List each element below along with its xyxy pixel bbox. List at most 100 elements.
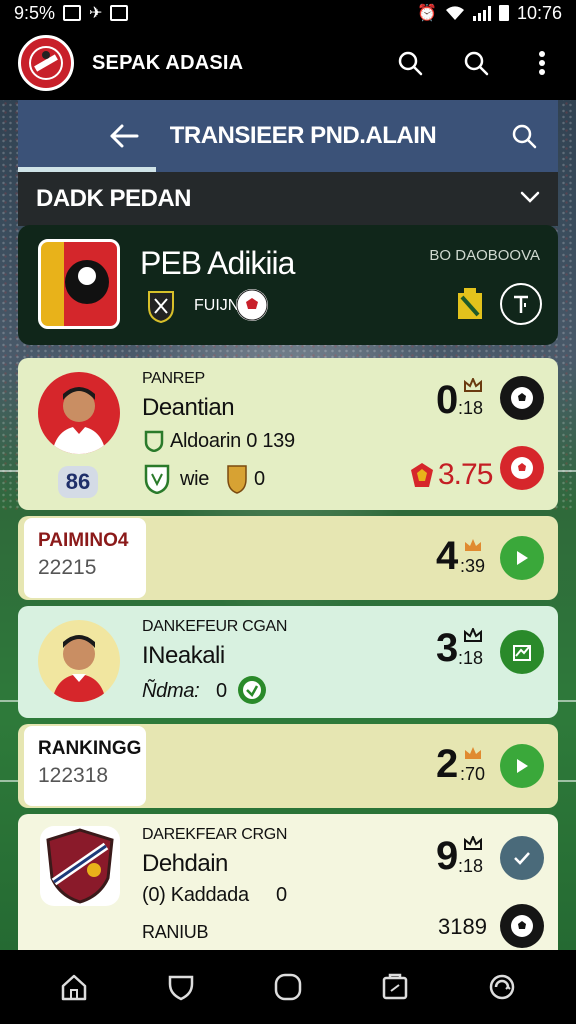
sub-header: TRANSIEER PND.ALAIN	[18, 100, 558, 172]
player-rating: 3189	[438, 914, 487, 939]
chart-icon	[513, 645, 531, 661]
rating-badge-icon	[410, 462, 434, 488]
section-title: DADK PEDAN	[36, 185, 192, 212]
back-button[interactable]	[108, 120, 140, 152]
active-tab-indicator	[18, 167, 156, 172]
card-action-button[interactable]	[500, 446, 544, 490]
wifi-icon	[445, 6, 464, 20]
battery-icon	[498, 5, 509, 21]
nav-transfers[interactable]	[379, 971, 411, 1003]
ranking-score: 4	[436, 534, 458, 578]
player-score-decimal: :18	[458, 648, 484, 668]
search-button-secondary[interactable]	[460, 47, 492, 79]
check-icon	[514, 852, 530, 865]
app-title: SEPAK ADASIA	[92, 51, 244, 74]
player-name: INeakali	[142, 642, 225, 669]
message-icon	[110, 5, 129, 21]
player-name: Deantian	[142, 394, 235, 421]
alarm-icon: ⏰	[417, 5, 437, 22]
status-bar: 9:5% ✈ ⏰ 10:76	[0, 0, 576, 26]
play-button[interactable]	[500, 536, 544, 580]
player-role: PANREP	[142, 370, 205, 387]
bottom-nav	[0, 950, 576, 1024]
overflow-menu-button[interactable]	[526, 47, 558, 79]
main-panel: TRANSIEER PND.ALAIN DADK PEDAN PEB Adiki…	[18, 100, 558, 950]
nav-shield[interactable]	[165, 971, 197, 1003]
club-badge-icon	[238, 676, 266, 704]
section-header[interactable]: DADK PEDAN	[18, 172, 558, 226]
search-icon	[464, 51, 489, 76]
ranking-label: RANKINGG	[38, 738, 142, 759]
team-sub-label: FUIJN	[194, 297, 240, 314]
soccer-ball-icon	[511, 387, 533, 409]
search-icon	[512, 124, 537, 149]
team-card[interactable]: PEB Adikiia BO DAOBOOVA FUIJN	[18, 225, 558, 345]
crown-icon	[464, 376, 482, 392]
status-time: 10:76	[516, 2, 562, 23]
soccer-ball-icon	[511, 915, 533, 937]
ball-action-button[interactable]	[500, 376, 544, 420]
player-meta: Aldoarin 0 139	[170, 430, 295, 452]
nav-home-circle[interactable]	[272, 971, 304, 1003]
soccer-ball-icon	[511, 457, 533, 479]
club-badge-icon	[144, 464, 170, 495]
player-card[interactable]: DANKEFEUR CGAN INeakali Ñdma: 0 3 :18	[18, 606, 558, 718]
player-meta-extra: 0	[276, 884, 287, 906]
gallery-icon	[63, 5, 82, 21]
player-rating: 3.75	[438, 458, 493, 491]
ranking-score-decimal: :39	[460, 556, 486, 576]
crown-icon	[464, 538, 482, 552]
crown-icon	[464, 626, 482, 642]
ranking-card[interactable]: RANKINGG 122318 2 :70	[18, 724, 558, 808]
player-extra-label: RANIUB	[142, 922, 209, 942]
player-meta: Ñdma:	[142, 680, 200, 702]
check-button[interactable]	[500, 836, 544, 880]
notification-icon: ✈	[89, 5, 103, 22]
transfer-action-button[interactable]	[500, 283, 542, 325]
player-role: DANKEFEUR CGAN	[142, 618, 288, 635]
team-crest-icon	[38, 239, 120, 329]
pin-icon	[514, 295, 528, 313]
play-button[interactable]	[500, 744, 544, 788]
player-avatar	[38, 372, 120, 454]
nav-home[interactable]	[58, 971, 90, 1003]
soccer-ball-icon	[236, 289, 268, 321]
shield-icon	[168, 975, 194, 1001]
player-card[interactable]: DAREKFEAR CRGN Dehdain (0) Kaddada 0 RAN…	[18, 814, 558, 950]
app-logo[interactable]	[18, 35, 74, 91]
player-meta: (0) Kaddada	[142, 884, 249, 906]
search-button[interactable]	[394, 47, 426, 79]
chart-action-button[interactable]	[500, 630, 544, 674]
player-role: DAREKFEAR CRGN	[142, 826, 288, 843]
arrow-left-icon	[110, 124, 139, 148]
ranking-tile: RANKINGG 122318	[24, 726, 146, 806]
team-tag: BO DAOBOOVA	[429, 247, 540, 264]
ranking-label: PAIMINO4	[38, 530, 129, 551]
play-icon	[517, 759, 528, 773]
clipboard-icon	[382, 973, 408, 1000]
more-vertical-icon	[539, 51, 545, 75]
team-shield-icon	[146, 289, 176, 324]
home-icon	[61, 974, 86, 1001]
nav-profile[interactable]	[486, 971, 518, 1003]
player-avatar	[38, 620, 120, 702]
search-icon	[398, 51, 423, 76]
circle-icon	[274, 973, 302, 1001]
player-score-decimal: :18	[458, 856, 484, 876]
subheader-search-button[interactable]	[508, 120, 540, 152]
player-card[interactable]: PANREP Deantian Aldoarin 0 139 86 wie 0 …	[18, 358, 558, 510]
club-extra: 0	[254, 468, 265, 490]
ranking-score-decimal: :70	[460, 764, 486, 784]
chevron-down-icon	[520, 190, 540, 208]
ranking-number: 122318	[38, 764, 109, 787]
club-shield-icon	[144, 430, 164, 453]
player-score: 9	[436, 834, 458, 878]
ranking-number: 22215	[38, 556, 97, 579]
crown-icon	[464, 746, 482, 760]
player-score: 0	[436, 378, 458, 422]
ball-action-button[interactable]	[500, 904, 544, 948]
ranking-card[interactable]: PAIMINO4 22215 4 :39	[18, 516, 558, 600]
team-name: PEB Adikiia	[140, 245, 295, 281]
app-bar: SEPAK ADASIA	[0, 26, 576, 100]
club-crest-icon	[40, 826, 120, 906]
